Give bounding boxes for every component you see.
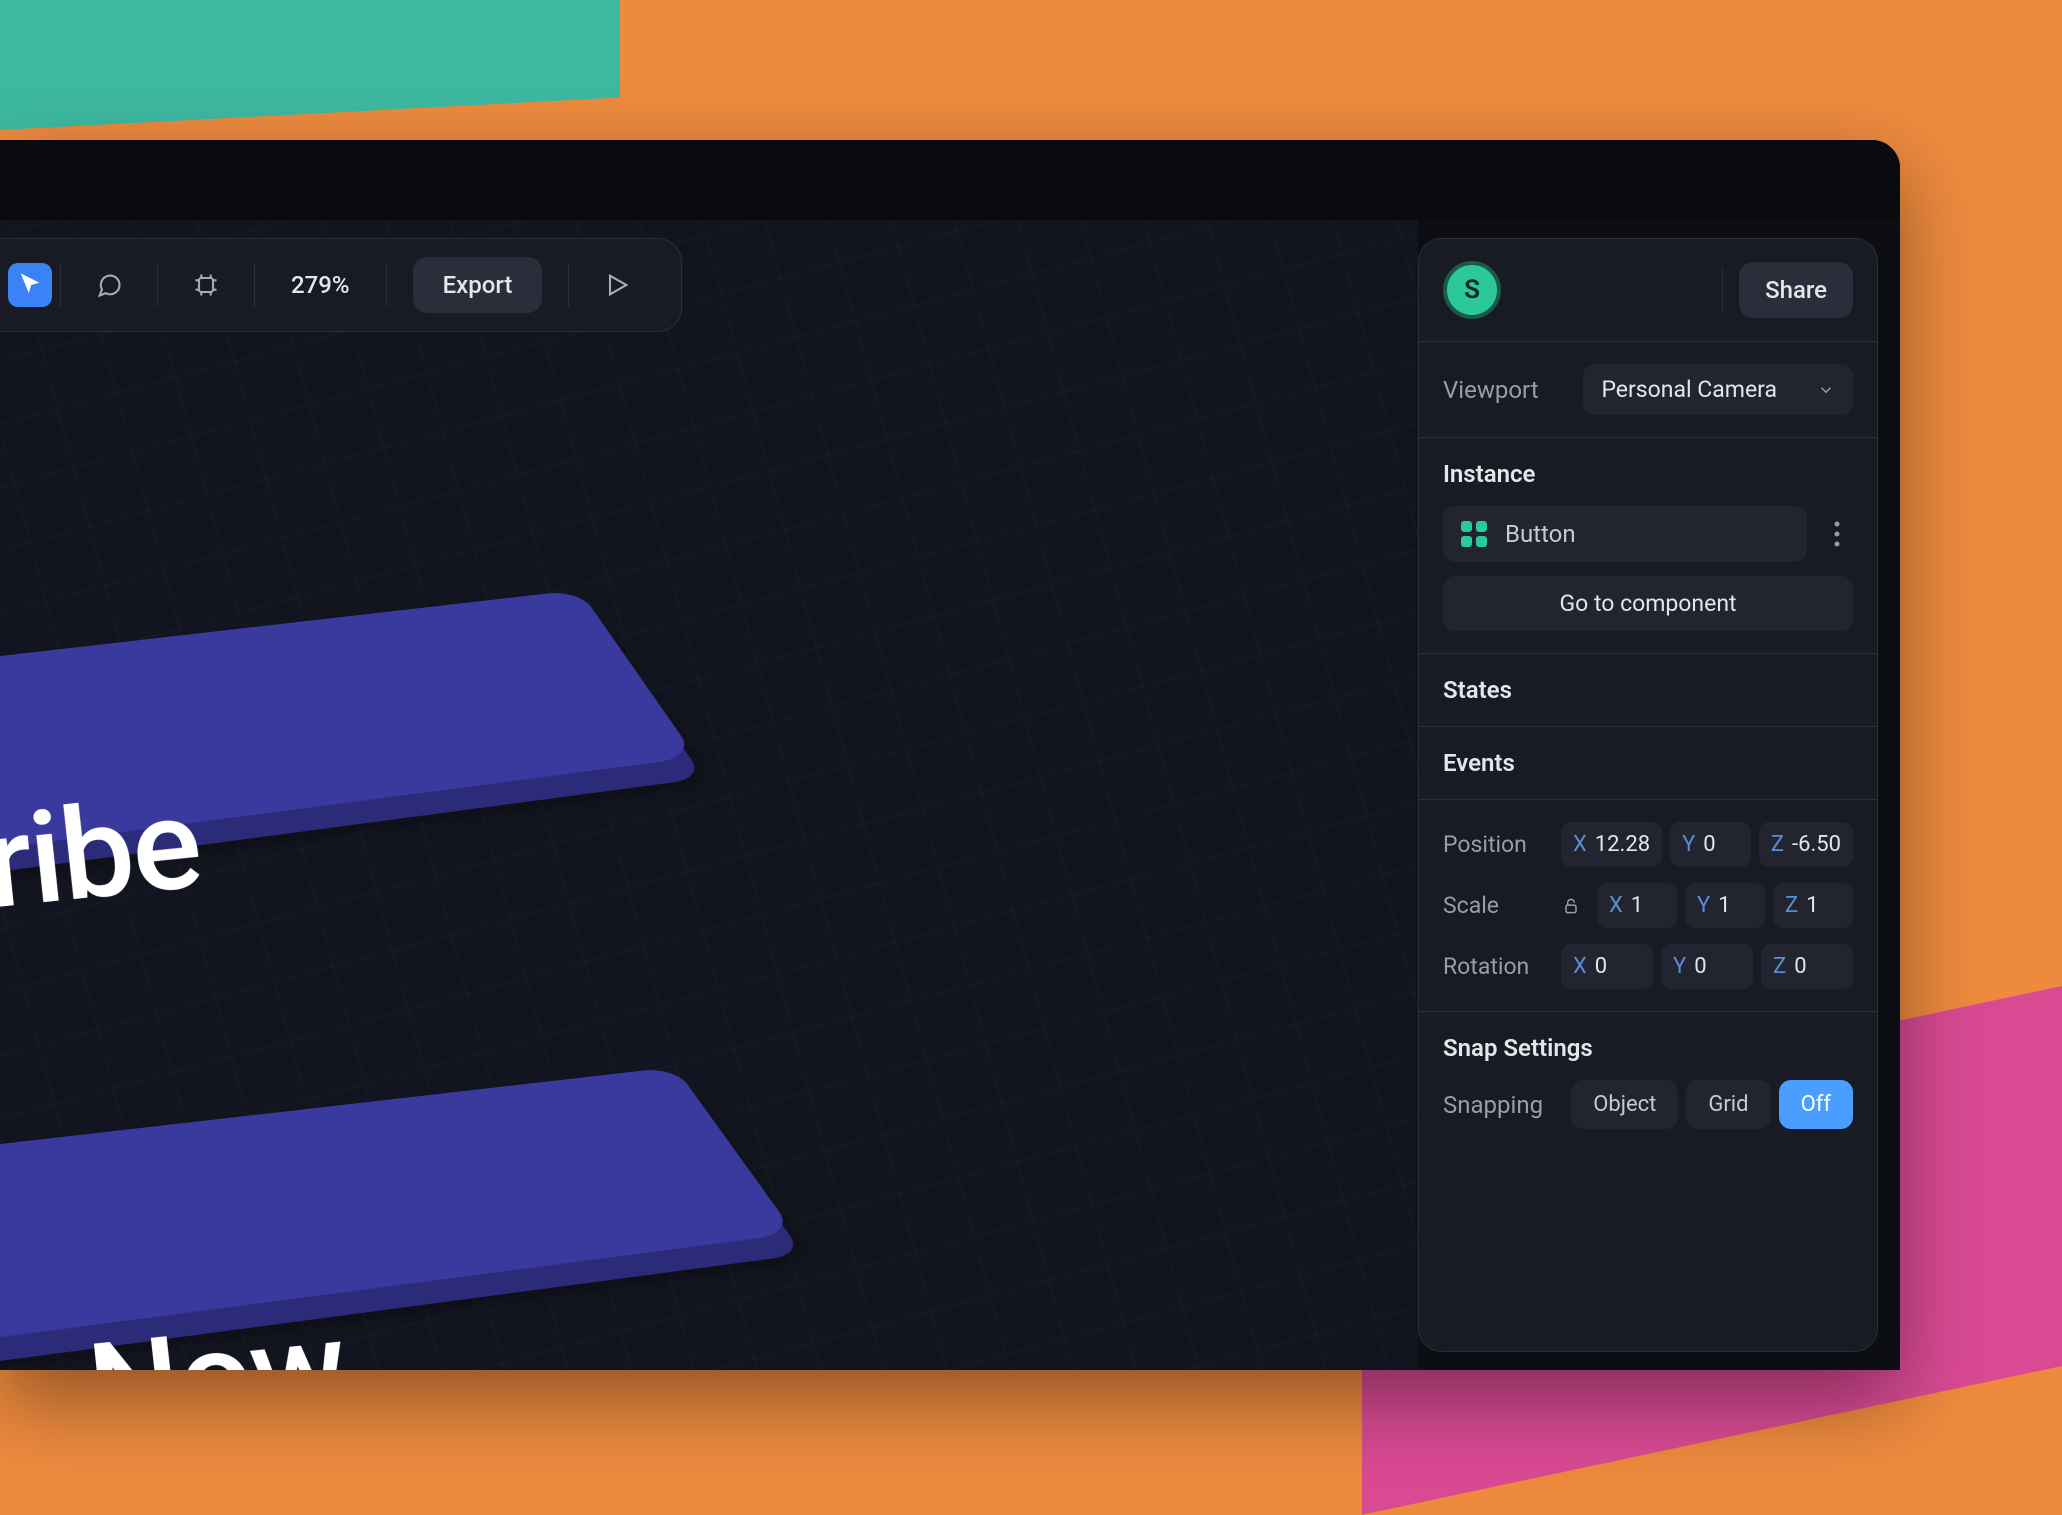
toolbar-divider bbox=[386, 263, 387, 307]
play-button[interactable] bbox=[595, 263, 639, 307]
comment-tool-button[interactable] bbox=[87, 263, 131, 307]
scale-x-input[interactable]: X1 bbox=[1597, 883, 1677, 928]
app-content: cribe de Now bbox=[0, 220, 1900, 1370]
export-button[interactable]: Export bbox=[413, 257, 543, 313]
viewport-section: Viewport Personal Camera bbox=[1419, 341, 1877, 437]
goto-component-button[interactable]: Go to component bbox=[1443, 576, 1853, 631]
viewport-label: Viewport bbox=[1443, 376, 1539, 404]
events-heading: Events bbox=[1443, 749, 1853, 777]
instance-section: Instance Button Go to component bbox=[1419, 437, 1877, 653]
zoom-level[interactable]: 279% bbox=[281, 271, 360, 299]
snap-options: Object Grid Off bbox=[1571, 1080, 1853, 1129]
canvas-text-1[interactable]: cribe bbox=[0, 769, 208, 946]
sidebar-header: S Share bbox=[1419, 239, 1877, 341]
title-bar bbox=[0, 140, 1900, 220]
canvas-area[interactable]: cribe de Now bbox=[0, 220, 1418, 1370]
rotation-z-input[interactable]: Z0 bbox=[1761, 944, 1853, 989]
rotation-x-input[interactable]: X0 bbox=[1561, 944, 1653, 989]
header-divider bbox=[1722, 268, 1723, 312]
app-window: cribe de Now bbox=[0, 140, 1900, 1370]
toolbar-divider bbox=[568, 263, 569, 307]
viewport-select[interactable]: Personal Camera bbox=[1583, 364, 1853, 415]
transform-section: Position X12.28 Y0 Z-6.50 Scale X1 Y1 Z1 bbox=[1419, 799, 1877, 1011]
instance-more-button[interactable] bbox=[1821, 512, 1853, 556]
chevron-down-icon bbox=[1817, 381, 1835, 399]
scale-label: Scale bbox=[1443, 892, 1551, 919]
background-teal bbox=[0, 0, 620, 130]
toolbar: 279% Export bbox=[0, 238, 682, 332]
position-x-input[interactable]: X12.28 bbox=[1561, 822, 1662, 867]
toolbar-divider bbox=[60, 263, 61, 307]
scale-y-input[interactable]: Y1 bbox=[1685, 883, 1765, 928]
events-section[interactable]: Events bbox=[1419, 726, 1877, 799]
cursor-tool-button[interactable] bbox=[8, 263, 52, 307]
states-section[interactable]: States bbox=[1419, 653, 1877, 726]
component-icon bbox=[1461, 521, 1487, 547]
scale-z-input[interactable]: Z1 bbox=[1773, 883, 1853, 928]
position-label: Position bbox=[1443, 831, 1551, 858]
states-heading: States bbox=[1443, 676, 1853, 704]
toolbar-divider bbox=[157, 263, 158, 307]
toolbar-divider bbox=[254, 263, 255, 307]
lock-icon[interactable] bbox=[1561, 896, 1581, 916]
frame-tool-button[interactable] bbox=[184, 263, 228, 307]
viewport-value: Personal Camera bbox=[1601, 376, 1777, 403]
snap-heading: Snap Settings bbox=[1443, 1034, 1853, 1062]
rotation-y-input[interactable]: Y0 bbox=[1661, 944, 1753, 989]
snap-section: Snap Settings Snapping Object Grid Off bbox=[1419, 1011, 1877, 1151]
instance-name: Button bbox=[1505, 520, 1576, 548]
snapping-label: Snapping bbox=[1443, 1091, 1543, 1119]
instance-heading: Instance bbox=[1443, 460, 1853, 488]
snap-off-button[interactable]: Off bbox=[1779, 1080, 1853, 1129]
share-button[interactable]: Share bbox=[1739, 262, 1853, 318]
snap-grid-button[interactable]: Grid bbox=[1686, 1080, 1770, 1129]
position-z-input[interactable]: Z-6.50 bbox=[1759, 822, 1853, 867]
user-avatar[interactable]: S bbox=[1443, 261, 1501, 319]
inspector-sidebar: S Share Viewport Personal Camera Instanc… bbox=[1418, 238, 1878, 1352]
rotation-label: Rotation bbox=[1443, 953, 1551, 980]
instance-chip[interactable]: Button bbox=[1443, 506, 1807, 562]
snap-object-button[interactable]: Object bbox=[1571, 1080, 1678, 1129]
position-y-input[interactable]: Y0 bbox=[1670, 822, 1751, 867]
